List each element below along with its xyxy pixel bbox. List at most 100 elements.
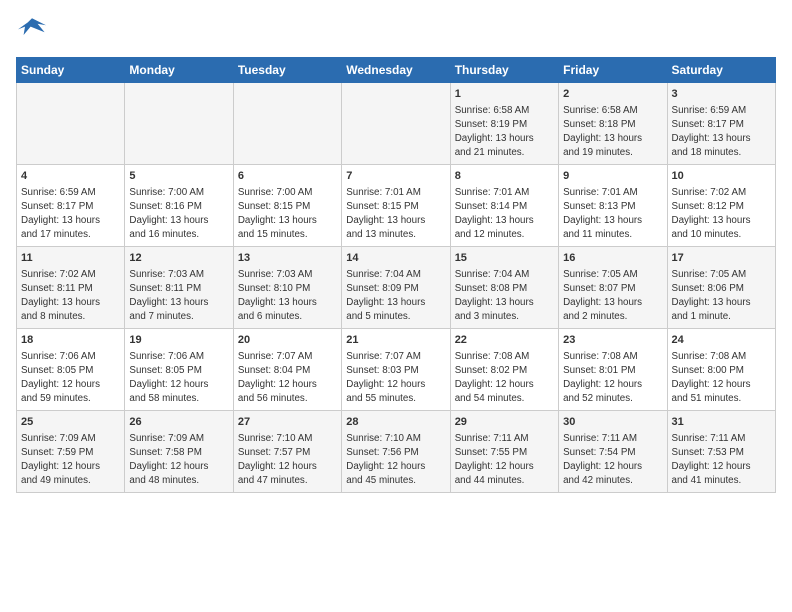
- header-sunday: Sunday: [17, 58, 125, 83]
- calendar-cell: 2 Sunrise: 6:58 AM Sunset: 8:18 PM Daylig…: [559, 83, 667, 165]
- calendar-cell: 30Sunrise: 7:11 AM Sunset: 7:54 PM Dayli…: [559, 411, 667, 493]
- calendar-cell: [342, 83, 450, 165]
- calendar-cell: 9 Sunrise: 7:01 AM Sunset: 8:13 PM Daylig…: [559, 165, 667, 247]
- calendar-cell: 1 Sunrise: 6:58 AM Sunset: 8:19 PM Daylig…: [450, 83, 558, 165]
- day-number: 4: [21, 169, 120, 184]
- calendar-cell: 6 Sunrise: 7:00 AM Sunset: 8:15 PM Daylig…: [233, 165, 341, 247]
- day-number: 29: [455, 415, 554, 430]
- day-number: 12: [129, 251, 228, 266]
- calendar-cell: 14 Sunrise: 7:04 AM Sunset: 8:09 PM Dayli…: [342, 247, 450, 329]
- calendar-cell: 20Sunrise: 7:07 AM Sunset: 8:04 PM Dayli…: [233, 329, 341, 411]
- day-info: Sunrise: 7:08 AM Sunset: 8:00 PM Dayligh…: [672, 350, 771, 405]
- header-thursday: Thursday: [450, 58, 558, 83]
- day-number: 21: [346, 333, 445, 348]
- day-number: 26: [129, 415, 228, 430]
- day-number: 7: [346, 169, 445, 184]
- week-row-4: 18 Sunrise: 7:06 AM Sunset: 8:05 PM Dayli…: [17, 329, 776, 411]
- logo: [16, 16, 46, 45]
- day-number: 2: [563, 87, 662, 102]
- calendar-cell: 13 Sunrise: 7:03 AM Sunset: 8:10 PM Dayli…: [233, 247, 341, 329]
- day-number: 9: [563, 169, 662, 184]
- calendar-cell: [17, 83, 125, 165]
- day-info: Sunrise: 7:03 AM Sunset: 8:11 PM Dayligh…: [129, 268, 228, 323]
- day-number: 20: [238, 333, 337, 348]
- day-number: 14: [346, 251, 445, 266]
- day-info: Sunrise: 7:09 AM Sunset: 7:58 PM Dayligh…: [129, 432, 228, 487]
- calendar-cell: 19 Sunrise: 7:06 AM Sunset: 8:05 PM Dayli…: [125, 329, 233, 411]
- day-info: Sunrise: 6:58 AM Sunset: 8:18 PM Dayligh…: [563, 104, 662, 159]
- day-number: 1: [455, 87, 554, 102]
- day-number: 13: [238, 251, 337, 266]
- week-row-1: 1 Sunrise: 6:58 AM Sunset: 8:19 PM Daylig…: [17, 83, 776, 165]
- day-info: Sunrise: 7:06 AM Sunset: 8:05 PM Dayligh…: [21, 350, 120, 405]
- day-info: Sunrise: 7:01 AM Sunset: 8:13 PM Dayligh…: [563, 186, 662, 241]
- day-info: Sunrise: 7:09 AM Sunset: 7:59 PM Dayligh…: [21, 432, 120, 487]
- calendar-cell: 15Sunrise: 7:04 AM Sunset: 8:08 PM Dayli…: [450, 247, 558, 329]
- header-friday: Friday: [559, 58, 667, 83]
- day-info: Sunrise: 7:04 AM Sunset: 8:09 PM Dayligh…: [346, 268, 445, 323]
- day-number: 23: [563, 333, 662, 348]
- calendar-cell: 24 Sunrise: 7:08 AM Sunset: 8:00 PM Dayli…: [667, 329, 775, 411]
- day-info: Sunrise: 7:11 AM Sunset: 7:53 PM Dayligh…: [672, 432, 771, 487]
- day-info: Sunrise: 7:10 AM Sunset: 7:57 PM Dayligh…: [238, 432, 337, 487]
- day-info: Sunrise: 6:58 AM Sunset: 8:19 PM Dayligh…: [455, 104, 554, 159]
- week-row-5: 25 Sunrise: 7:09 AM Sunset: 7:59 PM Dayli…: [17, 411, 776, 493]
- day-number: 30: [563, 415, 662, 430]
- day-info: Sunrise: 7:08 AM Sunset: 8:01 PM Dayligh…: [563, 350, 662, 405]
- day-info: Sunrise: 6:59 AM Sunset: 8:17 PM Dayligh…: [672, 104, 771, 159]
- calendar-cell: 5 Sunrise: 7:00 AM Sunset: 8:16 PM Daylig…: [125, 165, 233, 247]
- day-number: 5: [129, 169, 228, 184]
- calendar-cell: 17Sunrise: 7:05 AM Sunset: 8:06 PM Dayli…: [667, 247, 775, 329]
- day-info: Sunrise: 7:00 AM Sunset: 8:16 PM Dayligh…: [129, 186, 228, 241]
- calendar-cell: 7Sunrise: 7:01 AM Sunset: 8:15 PM Daylig…: [342, 165, 450, 247]
- day-number: 24: [672, 333, 771, 348]
- calendar-cell: 10 Sunrise: 7:02 AM Sunset: 8:12 PM Dayli…: [667, 165, 775, 247]
- calendar-cell: 16 Sunrise: 7:05 AM Sunset: 8:07 PM Dayli…: [559, 247, 667, 329]
- calendar-cell: 21 Sunrise: 7:07 AM Sunset: 8:03 PM Dayli…: [342, 329, 450, 411]
- calendar-cell: 28Sunrise: 7:10 AM Sunset: 7:56 PM Dayli…: [342, 411, 450, 493]
- day-info: Sunrise: 7:00 AM Sunset: 8:15 PM Dayligh…: [238, 186, 337, 241]
- day-info: Sunrise: 7:04 AM Sunset: 8:08 PM Dayligh…: [455, 268, 554, 323]
- calendar-cell: 22Sunrise: 7:08 AM Sunset: 8:02 PM Dayli…: [450, 329, 558, 411]
- day-number: 25: [21, 415, 120, 430]
- calendar-cell: 8Sunrise: 7:01 AM Sunset: 8:14 PM Daylig…: [450, 165, 558, 247]
- day-info: Sunrise: 7:11 AM Sunset: 7:55 PM Dayligh…: [455, 432, 554, 487]
- calendar-cell: 23 Sunrise: 7:08 AM Sunset: 8:01 PM Dayli…: [559, 329, 667, 411]
- calendar-cell: 26 Sunrise: 7:09 AM Sunset: 7:58 PM Dayli…: [125, 411, 233, 493]
- day-info: Sunrise: 7:06 AM Sunset: 8:05 PM Dayligh…: [129, 350, 228, 405]
- calendar-cell: 12 Sunrise: 7:03 AM Sunset: 8:11 PM Dayli…: [125, 247, 233, 329]
- calendar-table: SundayMondayTuesdayWednesdayThursdayFrid…: [16, 57, 776, 493]
- calendar-cell: [125, 83, 233, 165]
- calendar-cell: 11 Sunrise: 7:02 AM Sunset: 8:11 PM Dayli…: [17, 247, 125, 329]
- calendar-cell: 18 Sunrise: 7:06 AM Sunset: 8:05 PM Dayli…: [17, 329, 125, 411]
- day-info: Sunrise: 7:05 AM Sunset: 8:07 PM Dayligh…: [563, 268, 662, 323]
- day-info: Sunrise: 7:01 AM Sunset: 8:14 PM Dayligh…: [455, 186, 554, 241]
- day-info: Sunrise: 7:05 AM Sunset: 8:06 PM Dayligh…: [672, 268, 771, 323]
- day-number: 16: [563, 251, 662, 266]
- day-info: Sunrise: 7:10 AM Sunset: 7:56 PM Dayligh…: [346, 432, 445, 487]
- week-row-3: 11 Sunrise: 7:02 AM Sunset: 8:11 PM Dayli…: [17, 247, 776, 329]
- calendar-cell: 4 Sunrise: 6:59 AM Sunset: 8:17 PM Daylig…: [17, 165, 125, 247]
- day-info: Sunrise: 7:03 AM Sunset: 8:10 PM Dayligh…: [238, 268, 337, 323]
- week-row-2: 4 Sunrise: 6:59 AM Sunset: 8:17 PM Daylig…: [17, 165, 776, 247]
- logo-bird-icon: [18, 16, 46, 40]
- day-number: 19: [129, 333, 228, 348]
- day-info: Sunrise: 6:59 AM Sunset: 8:17 PM Dayligh…: [21, 186, 120, 241]
- header-wednesday: Wednesday: [342, 58, 450, 83]
- day-number: 18: [21, 333, 120, 348]
- calendar-cell: 27Sunrise: 7:10 AM Sunset: 7:57 PM Dayli…: [233, 411, 341, 493]
- day-number: 11: [21, 251, 120, 266]
- day-number: 10: [672, 169, 771, 184]
- header-saturday: Saturday: [667, 58, 775, 83]
- day-number: 3: [672, 87, 771, 102]
- day-info: Sunrise: 7:07 AM Sunset: 8:03 PM Dayligh…: [346, 350, 445, 405]
- day-info: Sunrise: 7:08 AM Sunset: 8:02 PM Dayligh…: [455, 350, 554, 405]
- day-number: 31: [672, 415, 771, 430]
- day-info: Sunrise: 7:02 AM Sunset: 8:11 PM Dayligh…: [21, 268, 120, 323]
- day-number: 6: [238, 169, 337, 184]
- header-monday: Monday: [125, 58, 233, 83]
- calendar-header-row: SundayMondayTuesdayWednesdayThursdayFrid…: [17, 58, 776, 83]
- day-info: Sunrise: 7:02 AM Sunset: 8:12 PM Dayligh…: [672, 186, 771, 241]
- calendar-cell: 29 Sunrise: 7:11 AM Sunset: 7:55 PM Dayli…: [450, 411, 558, 493]
- calendar-cell: [233, 83, 341, 165]
